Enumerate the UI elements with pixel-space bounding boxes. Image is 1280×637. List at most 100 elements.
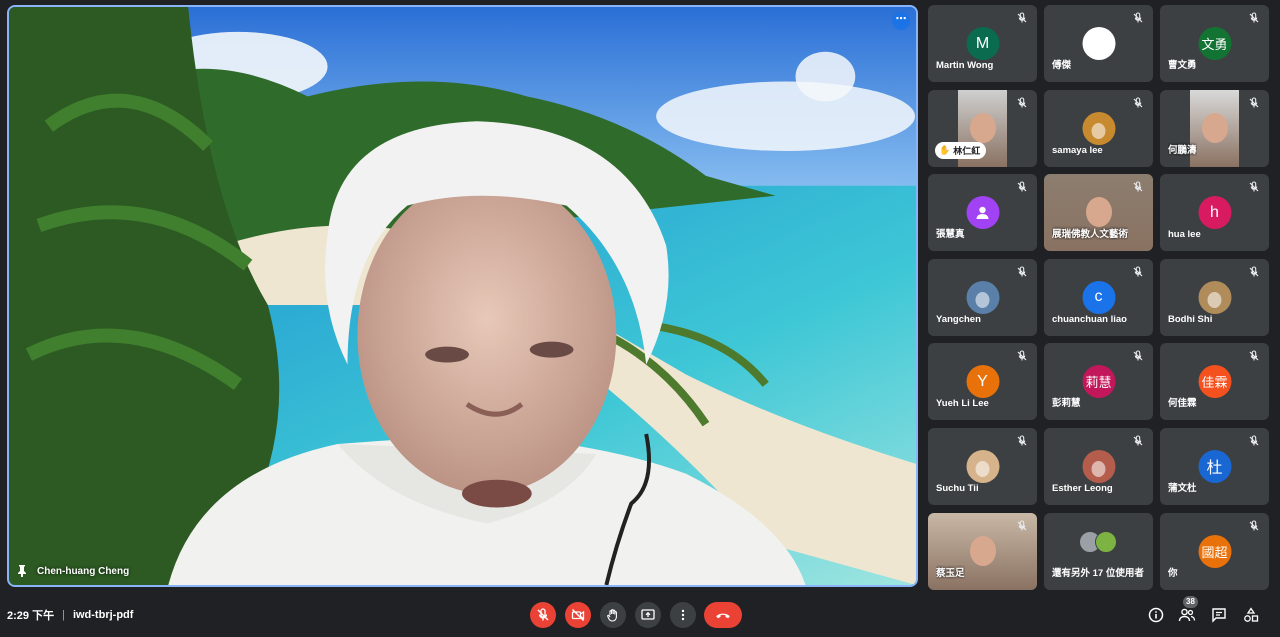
participant-tile[interactable]: 國超你	[1160, 512, 1269, 590]
participant-name: 何佳霖	[1168, 398, 1197, 410]
hand-icon	[607, 609, 617, 622]
participant-tile[interactable]: 蔡玉足	[928, 512, 1037, 590]
mic-off-icon	[1247, 349, 1261, 363]
info-icon	[1148, 607, 1164, 623]
avatar: 文勇	[1198, 27, 1231, 60]
mic-off-icon	[1015, 349, 1029, 363]
participant-tile[interactable]: Esther Leong	[1044, 427, 1153, 505]
more-actions-button[interactable]	[670, 602, 696, 628]
participant-count-badge: 38	[1183, 596, 1198, 608]
mic-off-icon	[1131, 96, 1145, 110]
mic-off-icon	[537, 608, 549, 621]
raise-hand-button[interactable]	[600, 602, 626, 628]
participant-name: 蔡玉足	[936, 567, 965, 579]
participant-name: chuanchuan liao	[1052, 313, 1127, 325]
participant-tile[interactable]: 莉慧 彭莉慧	[1044, 343, 1153, 421]
chat-button[interactable]	[1210, 606, 1228, 624]
more-options-icon[interactable]: ⋯	[892, 12, 910, 30]
mic-off-icon	[1131, 434, 1145, 448]
participant-tile[interactable]: samaya lee	[1044, 89, 1153, 167]
participant-name: 張慧真	[936, 229, 965, 241]
meeting-details-button[interactable]	[1147, 606, 1165, 624]
participant-name: 曹文勇	[1168, 60, 1197, 71]
speaker-video	[9, 7, 916, 585]
participant-tile[interactable]: Y Yueh Li Lee	[928, 343, 1037, 421]
participant-name: Suchu Tii	[936, 482, 979, 494]
activities-button[interactable]	[1242, 606, 1260, 624]
avatar	[1082, 449, 1115, 483]
avatar: 杜	[1198, 449, 1231, 483]
participant-tile[interactable]: Yangchen	[928, 258, 1037, 336]
avatar	[966, 449, 999, 483]
mic-off-icon	[1131, 349, 1145, 363]
participant-tile[interactable]: 傅傑	[1044, 5, 1153, 82]
avatar: 佳霖	[1198, 365, 1231, 399]
participant-face	[1201, 112, 1228, 143]
participant-tile[interactable]: Bodhi Shi	[1160, 258, 1269, 336]
participant-tile[interactable]: 佳霖 何佳霖	[1160, 343, 1269, 421]
main-speaker-tile[interactable]: ⋯ Chen-huang Cheng	[7, 5, 918, 587]
avatar: M	[966, 27, 999, 60]
present-screen-button[interactable]	[635, 602, 661, 628]
mic-toggle-button[interactable]	[530, 602, 556, 628]
participant-tile[interactable]: 展瑞佛教人文藝術	[1044, 174, 1153, 252]
mic-off-icon	[1015, 434, 1029, 448]
participant-tile[interactable]: Suchu Tii	[928, 427, 1037, 505]
mic-off-icon	[1247, 96, 1261, 110]
mic-off-icon	[1015, 180, 1029, 194]
participant-name: hua lee	[1168, 229, 1201, 241]
participant-tile[interactable]: M Martin Wong	[928, 5, 1037, 82]
participant-tile[interactable]: ✋ 林仁紅	[928, 89, 1037, 167]
more-participants-avatars	[1079, 530, 1119, 555]
participant-name: 林仁紅	[953, 145, 981, 156]
avatar	[1082, 27, 1115, 60]
participant-name: 傅傑	[1052, 60, 1072, 71]
clock: 2:29 下午	[7, 610, 55, 622]
avatar	[966, 280, 999, 314]
avatar-photo	[975, 461, 990, 478]
participant-tile[interactable]: 張慧真	[928, 174, 1037, 252]
mic-off-icon	[1015, 265, 1029, 279]
participant-name: 何鵬濤	[1168, 144, 1197, 156]
leave-call-button[interactable]	[704, 602, 742, 628]
participant-name: Bodhi Shi	[1168, 313, 1213, 325]
avatar: Y	[966, 365, 999, 399]
participant-tile[interactable]: 還有另外 17 位使用者	[1044, 512, 1153, 590]
participant-name: Yueh Li Lee	[936, 398, 989, 410]
camera-off-icon	[571, 609, 585, 621]
avatar-photo	[1091, 461, 1106, 478]
participant-tile[interactable]: 杜蒲文杜	[1160, 427, 1269, 505]
mic-off-icon	[1131, 180, 1145, 194]
camera-toggle-button[interactable]	[565, 602, 591, 628]
avatar-photo	[1091, 123, 1106, 140]
mic-off-icon	[1247, 11, 1261, 25]
mic-off-icon	[1247, 180, 1261, 194]
people-button[interactable]	[1178, 606, 1196, 624]
participant-tile[interactable]: 文勇 曹文勇	[1160, 5, 1269, 82]
participant-face	[1085, 197, 1112, 228]
participant-grid: M Martin Wong 傅傑 文勇 曹文勇 ✋ 林仁紅 samaya lee 何鵬濤張慧真 展…	[928, 5, 1274, 590]
mic-off-icon	[1131, 11, 1145, 25]
participant-video	[1190, 89, 1239, 167]
participant-name: samaya lee	[1052, 144, 1103, 156]
hang-up-icon	[716, 613, 730, 619]
participant-name: 還有另外 17 位使用者	[1052, 567, 1144, 579]
participant-tile[interactable]: h hua lee	[1160, 174, 1269, 252]
people-icon	[1178, 608, 1196, 622]
avatar-photo	[1207, 292, 1222, 309]
raised-hand-indicator: ✋ 林仁紅	[935, 141, 987, 159]
participant-tile[interactable]: c chuanchuan liao	[1044, 258, 1153, 336]
mic-off-icon	[1247, 519, 1261, 533]
participant-name: Martin Wong	[936, 60, 994, 71]
mic-off-icon	[1247, 434, 1261, 448]
hand-icon: ✋	[939, 144, 951, 155]
participant-name: Esther Leong	[1052, 482, 1113, 494]
meeting-info: 2:29 下午 | iwd-tbrj-pdf	[7, 607, 133, 623]
avatar: c	[1082, 280, 1115, 314]
mic-off-icon	[1131, 265, 1145, 279]
meeting-code: iwd-tbrj-pdf	[72, 609, 134, 621]
speaker-name: Chen-huang Cheng	[37, 565, 130, 577]
participant-face	[969, 112, 996, 143]
pin-icon[interactable]	[17, 565, 27, 577]
participant-tile[interactable]: 何鵬濤	[1160, 89, 1269, 167]
